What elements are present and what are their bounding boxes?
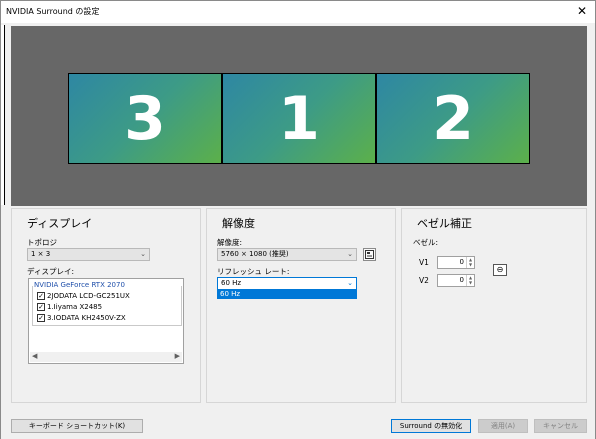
checkbox[interactable]: ✓	[37, 303, 45, 311]
disable-surround-button[interactable]: Surround の無効化	[391, 419, 471, 433]
display-number: 1	[278, 83, 320, 154]
v1-value: 0	[459, 258, 464, 266]
title-bar: NVIDIA Surround の設定 ✕	[1, 1, 595, 23]
display-tile-2[interactable]: 2	[376, 73, 530, 164]
resolution-panel-title: 解像度	[222, 217, 255, 230]
resolution-select[interactable]: 5760 × 1080 (推奨) ⌄	[217, 248, 357, 261]
bezel-label: ベゼル:	[413, 238, 439, 247]
bezel-panel-title: ベゼル補正	[417, 217, 472, 230]
resolution-label: 解像度:	[217, 238, 243, 247]
topology-value: 1 × 3	[31, 250, 51, 258]
refresh-rate-label: リフレッシュ レート:	[217, 267, 290, 276]
window-title: NVIDIA Surround の設定	[6, 7, 100, 16]
custom-resolution-icon	[365, 250, 374, 259]
left-edge-divider	[1, 25, 5, 205]
checkbox[interactable]: ✓	[37, 292, 45, 300]
chevron-down-icon: ⌄	[347, 279, 353, 287]
chevron-down-icon: ⌄	[140, 250, 146, 258]
display-list[interactable]: NVIDIA GeForce RTX 2070 ✓ 2JODATA LCD-GC…	[28, 278, 184, 364]
custom-resolution-button[interactable]	[363, 248, 376, 261]
keyboard-shortcut-button[interactable]: キーボード ショートカット(K)	[11, 419, 143, 433]
display-number: 2	[432, 83, 474, 154]
close-icon[interactable]: ✕	[577, 4, 587, 18]
cancel-button[interactable]: キャンセル	[534, 419, 587, 433]
scroll-right-icon[interactable]: ▶	[175, 352, 180, 360]
topology-select[interactable]: 1 × 3 ⌄	[27, 248, 150, 261]
display-number: 3	[124, 83, 166, 154]
display-tile-3[interactable]: 3	[68, 73, 222, 164]
display-item-label: 1.Iiyama X2485	[47, 303, 103, 311]
display-list-item[interactable]: ✓ 2JODATA LCD-GC251UX	[37, 292, 130, 300]
horizontal-scrollbar[interactable]: ◀ ▶	[30, 352, 182, 362]
displays-label: ディスプレイ:	[27, 267, 75, 276]
display-item-label: 3.IODATA KH2450V-ZX	[47, 314, 126, 322]
topology-label: トポロジ	[27, 238, 57, 247]
gpu-group-label: NVIDIA GeForce RTX 2070	[33, 281, 126, 289]
refresh-rate-option-label: 60 Hz	[220, 290, 241, 298]
display-list-item[interactable]: ✓ 1.Iiyama X2485	[37, 303, 102, 311]
v1-spinner[interactable]: 0 ▲ ▼	[437, 256, 475, 269]
v1-label: V1	[419, 258, 429, 267]
spin-arrows-icon[interactable]: ▲ ▼	[466, 275, 474, 286]
checkbox[interactable]: ✓	[37, 314, 45, 322]
refresh-rate-option[interactable]: 60 Hz	[217, 289, 357, 299]
resolution-value: 5760 × 1080 (推奨)	[221, 250, 289, 258]
link-button[interactable]: ⊖	[493, 264, 507, 276]
scroll-left-icon[interactable]: ◀	[32, 352, 37, 360]
surround-settings-window: NVIDIA Surround の設定 ✕ 3 1 2 ディスプレイ トポロジ …	[0, 0, 596, 439]
display-tile-1[interactable]: 1	[222, 73, 376, 164]
chevron-down-icon: ⌄	[347, 250, 353, 258]
display-list-item[interactable]: ✓ 3.IODATA KH2450V-ZX	[37, 314, 126, 322]
v2-label: V2	[419, 276, 429, 285]
link-icon: ⊖	[496, 265, 504, 274]
apply-button[interactable]: 適用(A)	[478, 419, 528, 433]
display-preview: 3 1 2	[11, 26, 587, 206]
v2-spinner[interactable]: 0 ▲ ▼	[437, 274, 475, 287]
v2-value: 0	[459, 276, 464, 284]
display-item-label: 2JODATA LCD-GC251UX	[47, 292, 130, 300]
refresh-rate-value: 60 Hz	[221, 279, 242, 287]
spin-arrows-icon[interactable]: ▲ ▼	[466, 257, 474, 268]
display-panel-title: ディスプレイ	[27, 217, 93, 230]
